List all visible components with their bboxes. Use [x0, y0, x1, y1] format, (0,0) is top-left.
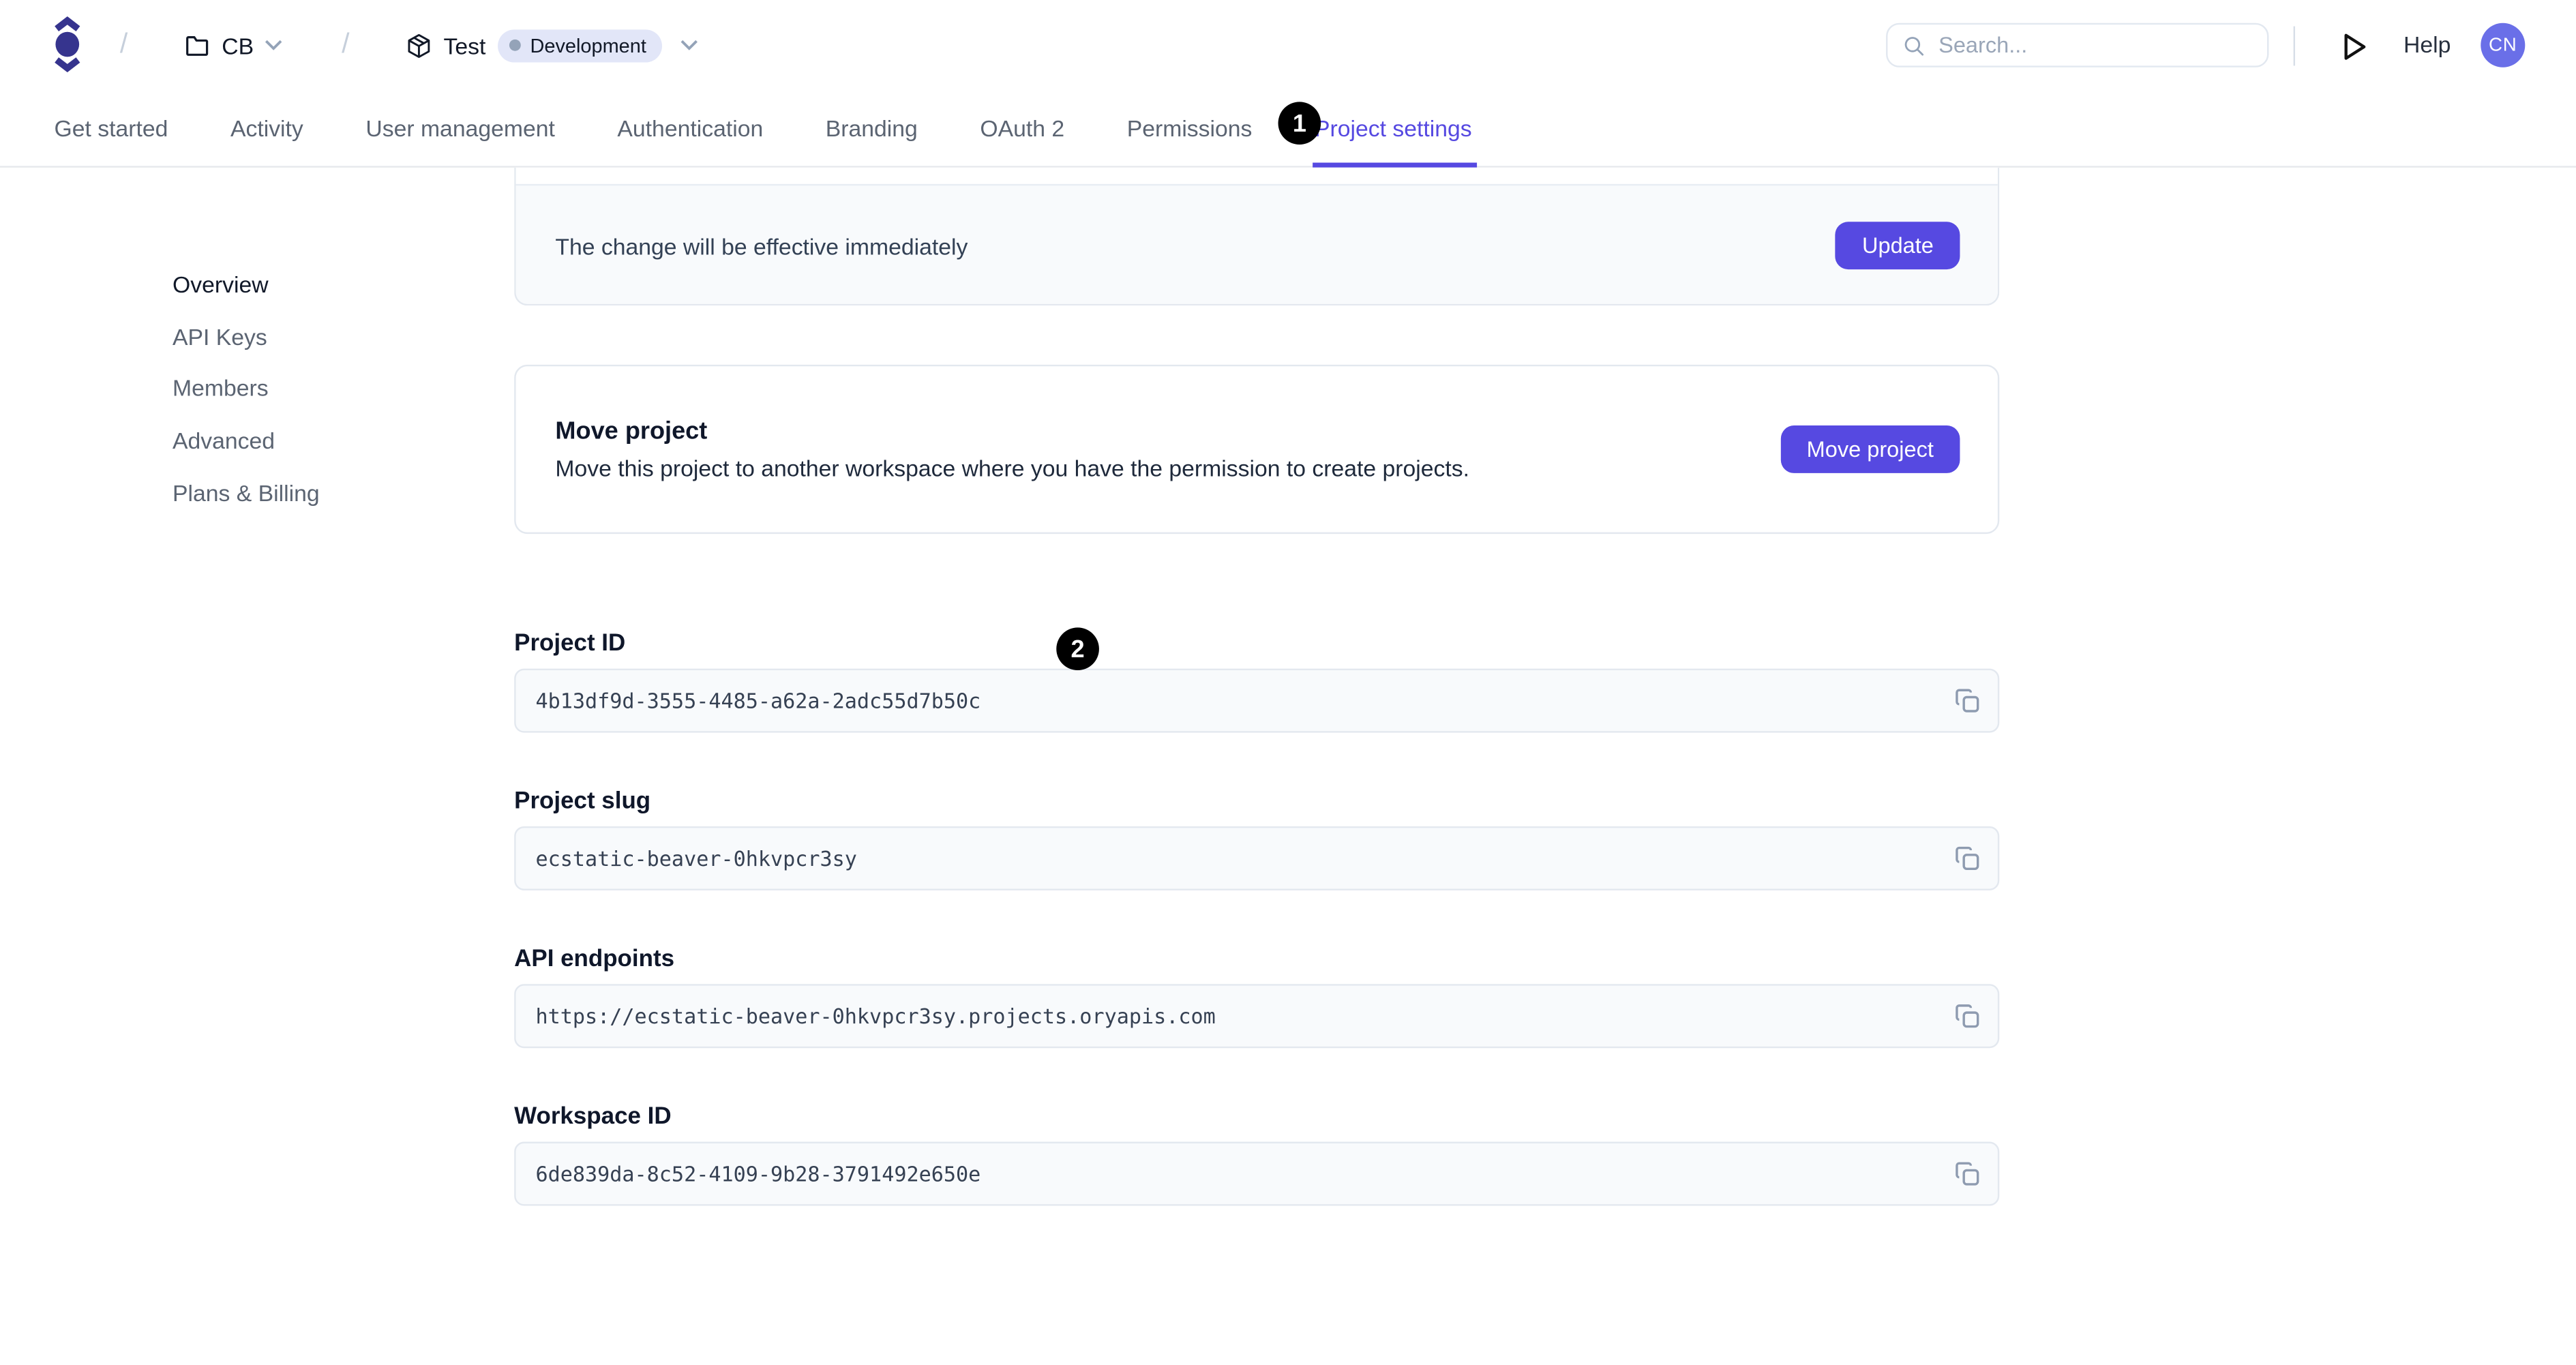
project-slug-group: Project slug ecstatic-beaver-0hkvpcr3sy: [514, 788, 2000, 890]
update-notice-card: The change will be effective immediately…: [514, 167, 2000, 306]
search-icon: [1902, 33, 1926, 57]
copy-button[interactable]: [1945, 837, 1988, 880]
chevron-down-icon: [680, 40, 699, 51]
settings-sidebar: Overview API Keys Members Advanced Plans…: [173, 258, 468, 518]
api-endpoints-value: https://ecstatic-beaver-0hkvpcr3sy.proje…: [535, 1004, 1216, 1029]
tab-get-started[interactable]: Get started: [55, 89, 168, 166]
ory-logo-icon[interactable]: [55, 16, 81, 73]
project-slug-label: Project slug: [514, 788, 651, 815]
avatar[interactable]: CN: [2481, 22, 2526, 68]
chevron-down-icon: [265, 40, 284, 51]
breadcrumb-separator: /: [342, 27, 350, 59]
copy-icon: [1955, 689, 1979, 712]
sidebar-item-api-keys[interactable]: API Keys: [173, 310, 468, 362]
move-project-description: Move this project to another workspace w…: [555, 455, 1469, 481]
environment-label: Development: [530, 33, 646, 57]
api-endpoints-group: API endpoints https://ecstatic-beaver-0h…: [514, 946, 2000, 1049]
annotation-badge-1: 1: [1278, 102, 1321, 145]
copy-icon: [1955, 846, 1979, 870]
sidebar-item-advanced[interactable]: Advanced: [173, 414, 468, 466]
project-id-field: 4b13df9d-3555-4485-a62a-2adc55d7b50c: [514, 668, 2000, 733]
workspace-name: CB: [222, 31, 254, 59]
project-slug-field: ecstatic-beaver-0hkvpcr3sy: [514, 826, 2000, 890]
project-id-value: 4b13df9d-3555-4485-a62a-2adc55d7b50c: [535, 688, 981, 713]
breadcrumb-workspace[interactable]: CB: [184, 0, 284, 91]
tab-user-management[interactable]: User management: [365, 89, 554, 166]
project-info-fields: Project ID 4b13df9d-3555-4485-a62a-2adc5…: [514, 631, 2000, 1261]
workspace-id-field: 6de839da-8c52-4109-9b28-3791492e650e: [514, 1141, 2000, 1206]
tab-permissions[interactable]: Permissions: [1127, 89, 1253, 166]
environment-badge: Development: [497, 29, 663, 62]
move-project-title: Move project: [555, 417, 708, 445]
project-slug-value: ecstatic-beaver-0hkvpcr3sy: [535, 845, 857, 871]
copy-icon: [1955, 1162, 1979, 1186]
copy-button[interactable]: [1945, 679, 1988, 722]
project-id-label: Project ID: [514, 631, 626, 657]
workspace-id-group: Workspace ID 6de839da-8c52-4109-9b28-379…: [514, 1104, 2000, 1206]
update-notice-message: The change will be effective immediately: [555, 232, 968, 259]
header-divider: [2293, 26, 2295, 66]
project-id-group: Project ID 4b13df9d-3555-4485-a62a-2adc5…: [514, 631, 2000, 733]
breadcrumb-project[interactable]: Test Development: [406, 0, 699, 91]
search-box[interactable]: [1886, 22, 2269, 68]
copy-icon: [1955, 1004, 1979, 1028]
sidebar-item-plans-billing[interactable]: Plans & Billing: [173, 466, 468, 518]
tab-project-settings[interactable]: Project settings: [1313, 89, 1477, 167]
breadcrumb-separator: /: [119, 27, 128, 59]
tab-oauth2[interactable]: OAuth 2: [980, 89, 1064, 166]
move-project-button[interactable]: Move project: [1780, 425, 1960, 473]
package-icon: [406, 32, 432, 59]
tab-activity[interactable]: Activity: [230, 89, 303, 166]
copy-button[interactable]: [1945, 1152, 1988, 1195]
update-notice-card-footer: The change will be effective immediately…: [515, 183, 1998, 304]
help-link[interactable]: Help: [2403, 31, 2451, 58]
api-endpoints-label: API endpoints: [514, 946, 675, 973]
annotation-badge-2: 2: [1056, 627, 1099, 671]
play-icon[interactable]: [2336, 28, 2372, 64]
workspace-id-value: 6de839da-8c52-4109-9b28-3791492e650e: [535, 1161, 981, 1186]
project-name: Test: [443, 31, 486, 59]
app-root: / CB / Test Development Search... Help C…: [0, 0, 2576, 1365]
copy-button[interactable]: [1945, 995, 1988, 1038]
move-project-card: Move project Move this project to anothe…: [514, 364, 2000, 535]
environment-dot-icon: [509, 39, 521, 51]
tab-branding[interactable]: Branding: [826, 89, 918, 166]
update-notice-card-body: [515, 167, 1998, 184]
update-button[interactable]: Update: [1836, 222, 1960, 270]
sidebar-item-overview[interactable]: Overview: [173, 258, 468, 310]
api-endpoints-field: https://ecstatic-beaver-0hkvpcr3sy.proje…: [514, 984, 2000, 1049]
workspace-id-label: Workspace ID: [514, 1104, 672, 1130]
tab-authentication[interactable]: Authentication: [617, 89, 763, 166]
folder-icon: [184, 32, 211, 59]
search-input[interactable]: [1938, 33, 2253, 58]
sidebar-item-members[interactable]: Members: [173, 362, 468, 414]
top-header: / CB / Test Development Search... Help C…: [0, 0, 2576, 91]
